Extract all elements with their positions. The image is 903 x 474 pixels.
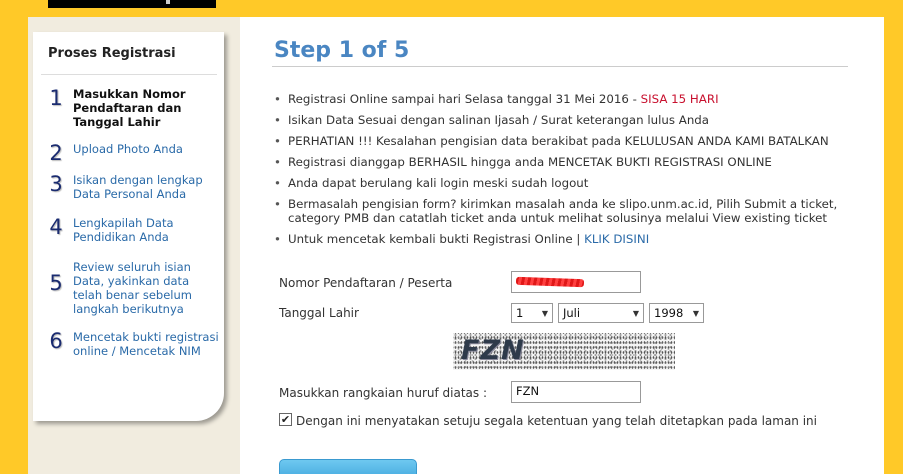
list-item: Registrasi Online sampai hari Selasa tan… bbox=[262, 92, 862, 106]
page-title: Step 1 of 5 bbox=[274, 38, 410, 63]
year-value: 1998 bbox=[654, 306, 684, 320]
day-select[interactable]: 1 ▼ bbox=[511, 303, 553, 323]
captcha-image: FZN bbox=[453, 333, 675, 370]
list-item: Registrasi dianggap BERHASIL hingga anda… bbox=[262, 155, 862, 169]
chevron-down-icon: ▼ bbox=[632, 308, 639, 318]
sidebar-divider bbox=[41, 74, 217, 75]
step-3[interactable]: 3 Isikan dengan lengkap Data Personal An… bbox=[45, 173, 221, 201]
step-label[interactable]: Review seluruh isian Data, yakinkan data… bbox=[73, 260, 221, 316]
reprint-link[interactable]: KLIK DISINI bbox=[584, 232, 649, 246]
step-1: 1 Masukkan Nomor Pendaftaran dan Tanggal… bbox=[45, 87, 221, 129]
submit-button[interactable] bbox=[279, 459, 417, 474]
step-label[interactable]: Lengkapilah Data Pendidikan Anda bbox=[73, 216, 221, 244]
agree-checkbox[interactable]: ✔ bbox=[279, 413, 292, 426]
nomor-pendaftaran-input[interactable] bbox=[511, 271, 641, 293]
chevron-down-icon: ▼ bbox=[692, 308, 699, 318]
notice-text: Untuk mencetak kembali bukti Registrasi … bbox=[288, 232, 585, 246]
header-logo-fragment bbox=[166, 0, 170, 4]
nomor-label: Nomor Pendaftaran / Peserta bbox=[279, 276, 453, 290]
step-label[interactable]: Upload Photo Anda bbox=[73, 142, 183, 156]
step-label[interactable]: Isikan dengan lengkap Data Personal Anda bbox=[73, 173, 221, 201]
month-select[interactable]: Juli ▼ bbox=[558, 303, 644, 323]
month-value: Juli bbox=[563, 306, 581, 320]
step-number: 5 bbox=[49, 271, 63, 295]
notice-text: Registrasi Online sampai hari Selasa tan… bbox=[288, 92, 641, 106]
step-2[interactable]: 2 Upload Photo Anda bbox=[45, 142, 221, 164]
tanggal-label: Tanggal Lahir bbox=[279, 306, 359, 320]
step-4[interactable]: 4 Lengkapilah Data Pendidikan Anda bbox=[45, 216, 221, 244]
step-number: 3 bbox=[49, 172, 63, 196]
check-icon: ✔ bbox=[280, 413, 291, 426]
step-number: 6 bbox=[49, 329, 63, 353]
captcha-label: Masukkan rangkaian huruf diatas : bbox=[279, 386, 487, 400]
step-label: Masukkan Nomor Pendaftaran dan Tanggal L… bbox=[73, 87, 186, 129]
list-item: Anda dapat berulang kali login meski sud… bbox=[262, 176, 862, 190]
step-number: 2 bbox=[49, 141, 63, 165]
captcha-text: FZN bbox=[461, 335, 525, 366]
day-value: 1 bbox=[516, 306, 524, 320]
redaction-scribble bbox=[515, 276, 585, 288]
list-item: Isikan Data Sesuai dengan salinan Ijasah… bbox=[262, 113, 862, 127]
list-item: Bermasalah pengisian form? kirimkan masa… bbox=[262, 197, 862, 225]
captcha-input[interactable]: FZN bbox=[511, 381, 641, 403]
step-5[interactable]: 5 Review seluruh isian Data, yakinkan da… bbox=[45, 260, 221, 316]
step-label[interactable]: Mencetak bukti registrasi online / Mence… bbox=[73, 330, 221, 358]
notice-list: Registrasi Online sampai hari Selasa tan… bbox=[262, 92, 862, 253]
year-select[interactable]: 1998 ▼ bbox=[649, 303, 704, 323]
right-border bbox=[884, 17, 890, 474]
list-item: Untuk mencetak kembali bukti Registrasi … bbox=[262, 232, 862, 246]
list-item: PERHATIAN !!! Kesalahan pengisian data b… bbox=[262, 134, 862, 148]
chevron-down-icon: ▼ bbox=[541, 308, 548, 318]
days-left-badge: SISA 15 HARI bbox=[640, 92, 719, 106]
title-divider bbox=[272, 66, 848, 67]
agree-label: Dengan ini menyatakan setuju segala kete… bbox=[296, 414, 817, 428]
step-number: 1 bbox=[49, 86, 63, 110]
registration-steps-sidebar: Proses Registrasi 1 Masukkan Nomor Penda… bbox=[33, 32, 224, 421]
step-number: 4 bbox=[49, 215, 63, 239]
step-6[interactable]: 6 Mencetak bukti registrasi online / Men… bbox=[45, 330, 221, 358]
sidebar-title: Proses Registrasi bbox=[48, 46, 176, 61]
header-bar bbox=[48, 0, 216, 8]
